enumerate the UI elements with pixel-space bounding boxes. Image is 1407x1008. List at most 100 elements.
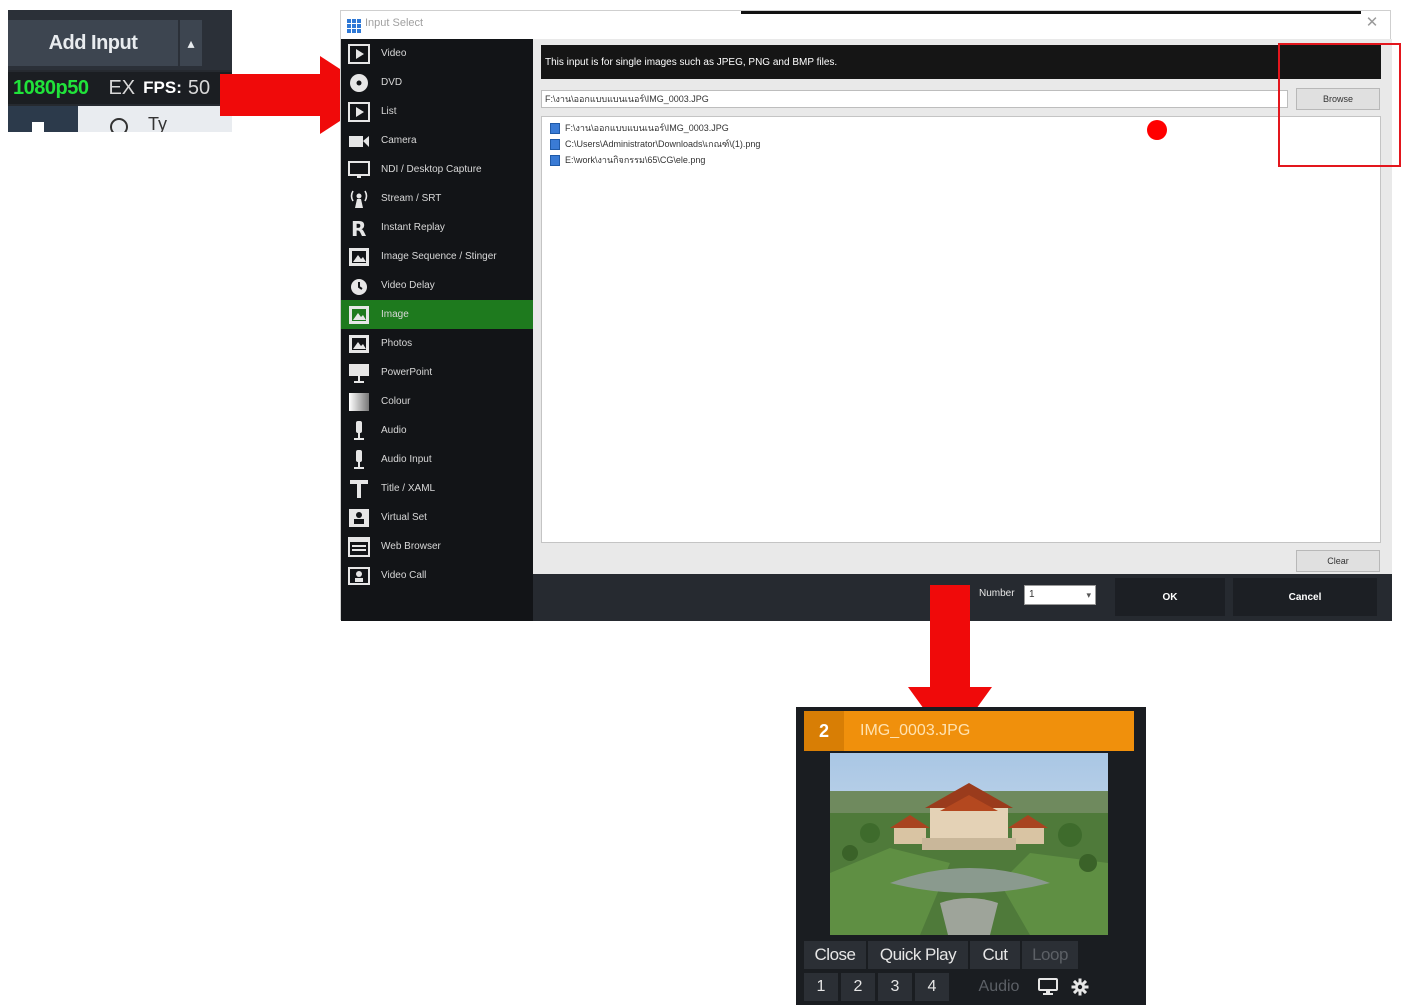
sidebar-item-audio[interactable]: Audio [341, 416, 533, 445]
list-icon [347, 101, 371, 123]
taskbar-search-text[interactable]: Ty [148, 114, 167, 132]
sidebar-item-instant-replay[interactable]: R Instant Replay [341, 213, 533, 242]
sidebar-item-virtual-set[interactable]: Virtual Set [341, 503, 533, 532]
sidebar-item-label: NDI / Desktop Capture [381, 164, 482, 175]
video-call-icon [347, 565, 371, 587]
sidebar-item-label: Title / XAML [381, 483, 436, 494]
clear-button[interactable]: Clear [1296, 550, 1380, 572]
overlay-buttons: 1 2 3 4 Audio [804, 973, 1134, 1001]
overlay-2-button[interactable]: 2 [841, 973, 875, 1001]
sidebar-item-label: Virtual Set [381, 512, 427, 523]
quick-play-button[interactable]: Quick Play [868, 941, 968, 969]
file-path-input[interactable]: F:\งาน\ออกแบบแบนเนอร์\IMG_0003.JPG [541, 90, 1288, 108]
svg-text:R: R [351, 218, 366, 238]
title-icon [347, 478, 371, 500]
sidebar-item-stream-srt[interactable]: Stream / SRT [341, 184, 533, 213]
sidebar-item-label: Colour [381, 396, 411, 407]
sidebar-item-title-xaml[interactable]: Title / XAML [341, 474, 533, 503]
microphone-icon [347, 449, 371, 471]
close-icon[interactable]: ✕ [1364, 15, 1380, 31]
recent-files-list[interactable]: F:\งาน\ออกแบบแบนเนอร์\IMG_0003.JPG C:\Us… [541, 116, 1381, 543]
colour-icon [347, 391, 371, 413]
camera-icon [347, 130, 371, 152]
sidebar-item-ndi-desktop-capture[interactable]: NDI / Desktop Capture [341, 155, 533, 184]
image-input-panel: This input is for single images such as … [533, 39, 1392, 574]
sidebar-item-label: Video [381, 48, 407, 59]
sidebar-item-dvd[interactable]: DVD [341, 68, 533, 97]
number-select[interactable]: 1 ▾ [1024, 585, 1096, 605]
window-edge-strip [741, 11, 1361, 14]
sidebar-item-list[interactable]: List [341, 97, 533, 126]
cancel-button[interactable]: Cancel [1233, 578, 1377, 616]
overlay-4-button[interactable]: 4 [915, 973, 949, 1001]
dialog-titlebar: Input Select ✕ [341, 11, 1390, 39]
sidebar-item-powerpoint[interactable]: PowerPoint [341, 358, 533, 387]
microphone-icon [347, 420, 371, 442]
gear-icon[interactable] [1064, 973, 1096, 1001]
sidebar-item-video[interactable]: Video [341, 39, 533, 68]
image-preview[interactable] [830, 753, 1108, 935]
fps-label: FPS: [143, 78, 182, 97]
add-input-button[interactable]: Add Input [8, 20, 178, 66]
browse-highlight-box [1278, 43, 1401, 167]
antenna-icon [347, 188, 371, 210]
loop-button[interactable]: Loop [1022, 941, 1078, 969]
sidebar-item-label: Camera [381, 135, 417, 146]
input-card-header[interactable]: 2 IMG_0003.JPG [804, 711, 1134, 751]
input-number: 2 [804, 711, 844, 751]
sidebar-item-image-sequence-stinger[interactable]: Image Sequence / Stinger [341, 242, 533, 271]
sidebar-item-label: Stream / SRT [381, 193, 442, 204]
audio-button[interactable]: Audio [966, 973, 1032, 1001]
dialog-title: Input Select [365, 17, 424, 29]
sidebar-item-camera[interactable]: Camera [341, 126, 533, 155]
file-path: C:\Users\Administrator\Downloads\เกณฑ์\(… [565, 139, 761, 149]
resolution-label: 1080p50 [13, 76, 89, 99]
list-item[interactable]: F:\งาน\ออกแบบแบนเนอร์\IMG_0003.JPG [550, 121, 729, 135]
image-icon [347, 304, 371, 326]
search-icon[interactable] [110, 118, 128, 132]
sidebar-item-label: Image Sequence / Stinger [381, 251, 497, 262]
sidebar-item-label: List [381, 106, 397, 117]
input-card: 2 IMG_0003.JPG Close Quick Play Cut Loop… [796, 707, 1146, 1005]
sidebar-item-label: Image [381, 309, 409, 320]
sidebar-item-label: Audio Input [381, 454, 432, 465]
input-select-dialog: Input Select ✕ Video DVD List Camera NDI / D… [340, 10, 1392, 621]
ok-button[interactable]: OK [1115, 578, 1225, 616]
sidebar-item-photos[interactable]: Photos [341, 329, 533, 358]
browser-icon [347, 536, 371, 558]
image-file-icon [550, 154, 560, 166]
start-button[interactable] [8, 106, 78, 132]
input-name: IMG_0003.JPG [860, 722, 971, 739]
vmix-app-icon [347, 19, 361, 33]
sidebar-item-colour[interactable]: Colour [341, 387, 533, 416]
sidebar-item-label: DVD [381, 77, 403, 88]
sidebar-item-video-call[interactable]: Video Call [341, 561, 533, 590]
add-input-bar: Add Input ▴ [8, 10, 232, 70]
video-icon [347, 43, 371, 65]
overlay-1-button[interactable]: 1 [804, 973, 838, 1001]
windows-logo-icon [32, 122, 44, 132]
close-button[interactable]: Close [804, 941, 866, 969]
image-file-icon [550, 138, 560, 150]
list-item[interactable]: E:\work\งานกิจกรรม\65\CG\ele.png [550, 153, 705, 167]
overlay-3-button[interactable]: 3 [878, 973, 912, 1001]
sidebar-item-label: Video Call [381, 570, 427, 581]
monitor-icon[interactable] [1032, 973, 1064, 1001]
presentation-icon [347, 362, 371, 384]
sidebar-item-label: Web Browser [381, 541, 441, 552]
replay-icon: R [347, 217, 371, 239]
photos-icon [347, 333, 371, 355]
monitor-icon [347, 159, 371, 181]
image-sequence-icon [347, 246, 371, 268]
input-description: This input is for single images such as … [541, 45, 1381, 79]
sidebar-item-audio-input[interactable]: Audio Input [341, 445, 533, 474]
sidebar-item-web-browser[interactable]: Web Browser [341, 532, 533, 561]
sidebar-item-video-delay[interactable]: Video Delay [341, 271, 533, 300]
fps-value: 50 [187, 76, 211, 99]
list-item[interactable]: C:\Users\Administrator\Downloads\เกณฑ์\(… [550, 137, 760, 151]
sidebar-item-image[interactable]: Image [341, 300, 533, 329]
image-file-icon [550, 122, 560, 134]
add-input-dropdown-button[interactable]: ▴ [180, 20, 202, 66]
input-card-controls: Close Quick Play Cut Loop [804, 941, 1134, 969]
cut-button[interactable]: Cut [970, 941, 1020, 969]
